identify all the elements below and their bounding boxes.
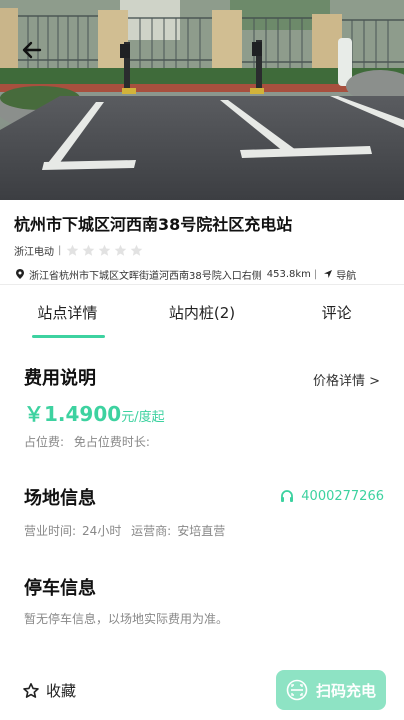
fee-section: 费用说明 价格详情 > ￥1.4900元/度起 占位费: 免占位费时长: — [24, 364, 384, 450]
divider — [0, 284, 404, 285]
operator-name: 浙江电动 — [14, 246, 54, 258]
rating-star-icon — [67, 244, 79, 256]
station-title: 杭州市下城区河西南38号院社区充电站 — [14, 215, 293, 234]
occupy-fee-row: 占位费: 免占位费时长: — [24, 433, 384, 450]
rating-star-icon — [131, 244, 143, 256]
headset-icon — [281, 490, 294, 502]
tab-station-details[interactable]: 站点详情 — [0, 286, 135, 338]
scan-charge-button[interactable]: 扫码充电 — [276, 670, 386, 710]
price-unit: 元/度起 — [121, 410, 165, 425]
occupy-fee-label: 占位费: — [24, 435, 65, 449]
tab-chargers[interactable]: 站内桩(2) — [135, 286, 270, 338]
tab-comments[interactable]: 评论 — [269, 286, 404, 338]
bottom-bar: 收藏 扫码充电 — [0, 660, 404, 720]
arrow-left-icon — [22, 41, 42, 59]
price-line: ￥1.4900元/度起 — [24, 398, 384, 427]
hours-value: 24小时 — [82, 524, 122, 538]
operator-row: 浙江电动 | — [14, 242, 390, 258]
rating-stars — [66, 244, 143, 257]
star-outline-icon — [23, 682, 39, 698]
location-pin-icon — [16, 269, 24, 279]
separator: | — [58, 244, 62, 256]
navigate-button[interactable]: 导航 — [323, 267, 356, 282]
rating-star-icon — [99, 244, 111, 256]
nav-separator: | — [313, 268, 318, 280]
operator-value: 安培直营 — [177, 524, 226, 538]
tab-bar: 站点详情 站内桩(2) 评论 — [0, 286, 404, 338]
hours-label: 营业时间: — [24, 524, 77, 538]
navigate-label: 导航 — [336, 270, 357, 282]
parking-section: 停车信息 暂无停车信息，以场地实际费用为准。 — [24, 574, 384, 627]
phone-link[interactable]: 4000277266 — [279, 488, 384, 504]
price-detail-link[interactable]: 价格详情 > — [313, 370, 380, 389]
back-button[interactable] — [18, 36, 46, 64]
address-text: 浙江省杭州市下城区文晖街道河西南38号院入口右侧 — [29, 270, 262, 282]
rating-star-icon — [83, 244, 95, 256]
scan-icon — [286, 679, 308, 701]
navigation-arrow-icon — [324, 270, 333, 278]
parking-note: 暂无停车信息，以场地实际费用为准。 — [24, 612, 229, 626]
phone-number: 4000277266 — [301, 488, 384, 504]
price-value: ￥1.4900 — [24, 402, 122, 426]
site-details-row: 营业时间: 24小时 运营商: 安培直营 — [24, 522, 384, 539]
operator-label: 运营商: — [131, 524, 172, 538]
scan-label: 扫码充电 — [315, 681, 376, 700]
parking-lot-image — [0, 0, 404, 200]
site-section: 场地信息 4000277266 营业时间: 24小时 运营商: 安培直营 — [24, 484, 384, 539]
occupy-free-label: 免占位费时长: — [73, 435, 150, 449]
favorite-button[interactable]: 收藏 — [22, 680, 76, 701]
station-photo — [0, 0, 404, 200]
station-info: 杭州市下城区河西南38号院社区充电站 浙江电动 | 浙江省杭州市下城区文晖街道河… — [0, 200, 404, 282]
rating-star-icon — [115, 244, 127, 256]
distance: 453.8km — [266, 268, 311, 280]
favorite-label: 收藏 — [46, 682, 77, 700]
address-row: 浙江省杭州市下城区文晖街道河西南38号院入口右侧 453.8km | 导航 — [14, 266, 390, 282]
parking-title: 停车信息 — [24, 578, 96, 599]
